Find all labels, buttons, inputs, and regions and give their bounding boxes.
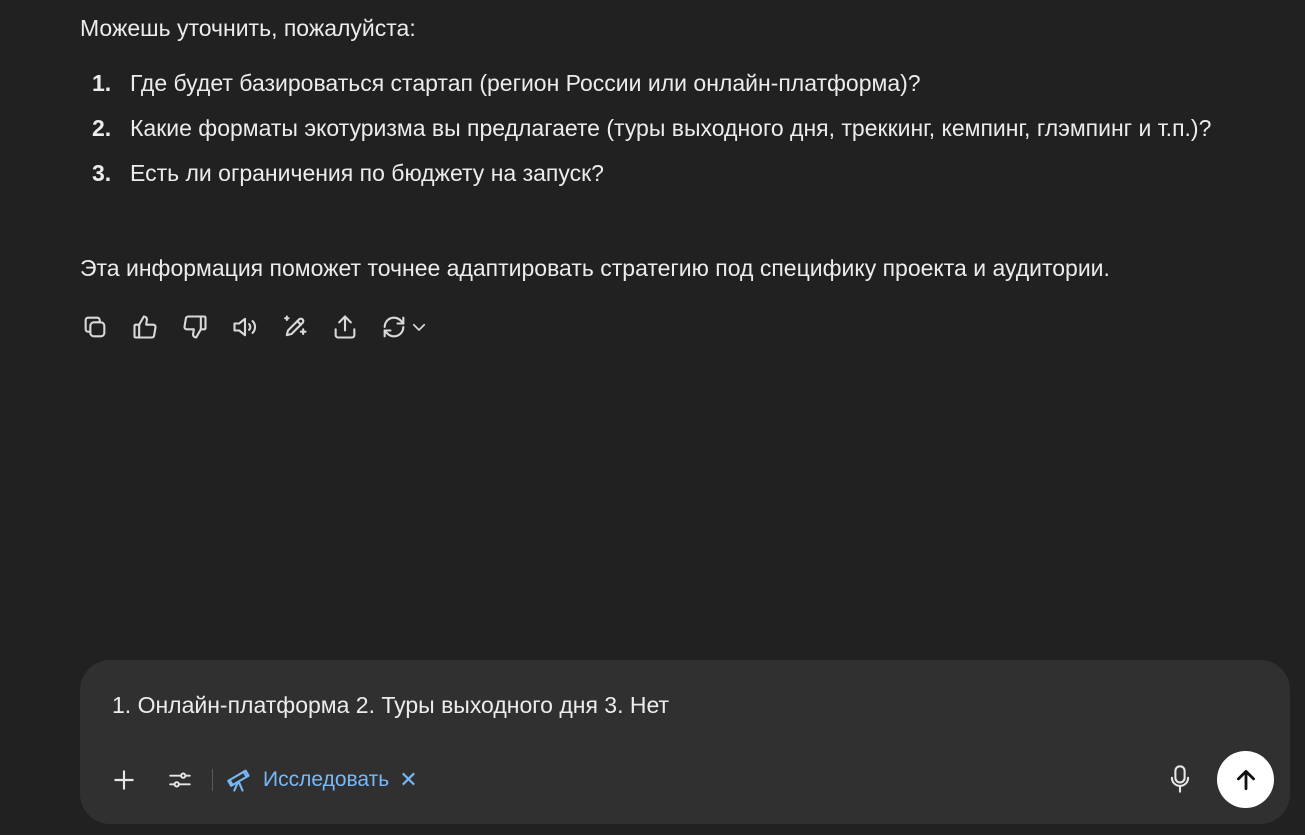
regenerate-icon bbox=[383, 316, 405, 338]
good-response-button[interactable] bbox=[130, 312, 160, 342]
microphone-icon bbox=[1170, 765, 1190, 793]
share-icon bbox=[334, 315, 356, 339]
share-button[interactable] bbox=[330, 312, 360, 342]
thumbs-down-icon bbox=[183, 315, 207, 339]
telescope-icon bbox=[227, 769, 250, 792]
copy-icon bbox=[84, 316, 106, 338]
plus-icon bbox=[114, 770, 134, 790]
chevron-down-icon bbox=[412, 323, 426, 331]
read-aloud-icon bbox=[233, 317, 257, 337]
tools-icon bbox=[169, 772, 191, 788]
regenerate-button[interactable] bbox=[380, 313, 428, 341]
research-label: Исследовать bbox=[263, 768, 390, 791]
composer-toolbar: Исследовать ✕ bbox=[108, 760, 418, 800]
question-list: 1. Где будет базироваться стартап (регио… bbox=[80, 61, 1260, 196]
close-icon[interactable]: ✕ bbox=[399, 767, 417, 793]
message-intro: Можешь уточнить, пожалуйста: bbox=[80, 15, 416, 41]
read-aloud-button[interactable] bbox=[230, 312, 260, 342]
thumbs-up-icon bbox=[133, 315, 157, 339]
list-number: 2. bbox=[92, 115, 112, 141]
send-button[interactable] bbox=[1217, 751, 1274, 808]
list-text: Есть ли ограничения по бюджету на запуск… bbox=[130, 160, 604, 186]
tools-button[interactable] bbox=[164, 764, 196, 796]
chat-page: Можешь уточнить, пожалуйста: 1. Где буде… bbox=[0, 0, 1305, 835]
copy-button[interactable] bbox=[80, 312, 110, 342]
message-outro: Эта информация поможет точнее адаптирова… bbox=[80, 255, 1110, 281]
toolbar-divider bbox=[212, 769, 213, 791]
add-attachment-button[interactable] bbox=[108, 764, 140, 796]
list-text: Где будет базироваться стартап (регион Р… bbox=[130, 70, 921, 96]
edit-canvas-icon bbox=[284, 315, 307, 337]
list-item: 3. Есть ли ограничения по бюджету на зап… bbox=[80, 151, 1260, 195]
list-text: Какие форматы экотуризма вы предлагаете … bbox=[130, 115, 1212, 141]
research-chip[interactable]: Исследовать ✕ bbox=[225, 764, 418, 796]
list-item: 2. Какие форматы экотуризма вы предлагае… bbox=[80, 106, 1260, 150]
prompt-input[interactable] bbox=[112, 690, 1212, 720]
list-number: 1. bbox=[92, 70, 112, 96]
arrow-up-icon bbox=[1236, 769, 1255, 790]
bad-response-button[interactable] bbox=[180, 312, 210, 342]
edit-in-canvas-button[interactable] bbox=[280, 312, 310, 342]
dictate-button[interactable] bbox=[1164, 761, 1196, 797]
list-item: 1. Где будет базироваться стартап (регио… bbox=[80, 61, 1260, 105]
composer: Исследовать ✕ bbox=[80, 660, 1290, 824]
message-actions bbox=[80, 312, 428, 342]
list-number: 3. bbox=[92, 160, 112, 186]
